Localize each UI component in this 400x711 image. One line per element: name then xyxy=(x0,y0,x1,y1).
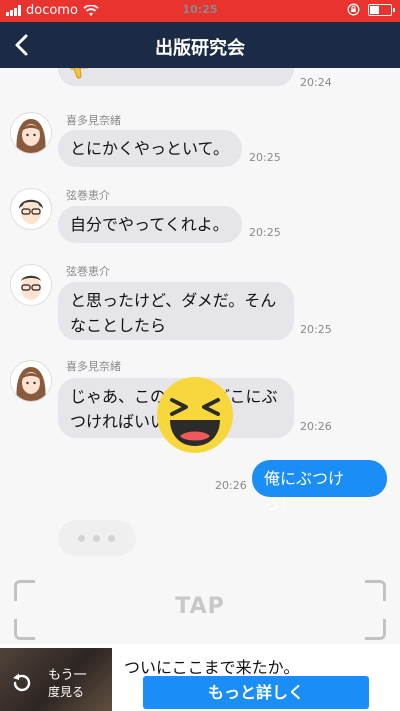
frame-corner xyxy=(14,619,35,640)
message-time: 20:25 xyxy=(249,151,281,164)
avatar[interactable] xyxy=(10,112,52,154)
sender-name: 弦巻恵介 xyxy=(66,189,110,202)
avatar[interactable] xyxy=(10,188,52,230)
promo-text: ついにここまで来たか。 xyxy=(124,658,300,677)
replay-label-1: もう一 xyxy=(48,668,87,683)
footer-promo: もう一 度見る ついにここまで来たか。 もっと詳しく xyxy=(0,644,400,711)
lock-rotation-icon xyxy=(347,3,360,16)
sender-name: 喜多見奈緒 xyxy=(66,114,121,127)
avatar[interactable] xyxy=(10,360,52,402)
my-message-bubble: 俺にぶつけろ！ xyxy=(252,460,387,513)
message-line: なことしたら xyxy=(70,316,167,335)
sender-name: 喜多見奈緒 xyxy=(66,360,121,373)
sender-name: 弦巻恵介 xyxy=(66,265,110,278)
message-bubble: と思ったけど、ダメだ。そん なことしたら xyxy=(58,282,294,340)
message-bubble: とにかくやっといて。 xyxy=(58,130,242,167)
message-bubble: 自分でやってくれよ。 xyxy=(58,206,242,243)
laughing-emoji-icon xyxy=(157,377,233,453)
frame-corner xyxy=(365,619,386,640)
battery-icon xyxy=(368,3,395,16)
replay-label-2: 度見る xyxy=(48,685,85,699)
message-time: 20:25 xyxy=(249,226,281,239)
page-title: 出版研究会 xyxy=(155,38,245,59)
replay-button[interactable]: もう一 度見る xyxy=(0,648,112,711)
message-time: 20:26 xyxy=(300,420,332,433)
tap-area[interactable]: TAP xyxy=(14,580,386,640)
thumbs-down-emoji-icon xyxy=(70,68,88,79)
message-time: 20:26 xyxy=(215,479,247,492)
message-time: 20:24 xyxy=(300,76,332,89)
status-bar: docomo 10:25 xyxy=(0,0,400,22)
clock: 10:25 xyxy=(182,3,218,16)
typing-indicator xyxy=(58,520,136,556)
message-bubble xyxy=(58,68,294,86)
replay-icon xyxy=(13,673,31,692)
tap-prompt[interactable]: TAP xyxy=(14,594,386,619)
chat-thread[interactable]: 20:24 喜多見奈緒 とにかくやっといて。 20:25 弦巻恵介 自分でやって… xyxy=(0,68,400,578)
nav-bar: 出版研究会 xyxy=(0,22,400,68)
more-details-button[interactable]: もっと詳しく xyxy=(143,676,369,709)
message-time: 20:25 xyxy=(300,323,332,336)
avatar[interactable] xyxy=(10,264,52,306)
message-line: と思ったけど、ダメだ。そん xyxy=(70,291,277,310)
